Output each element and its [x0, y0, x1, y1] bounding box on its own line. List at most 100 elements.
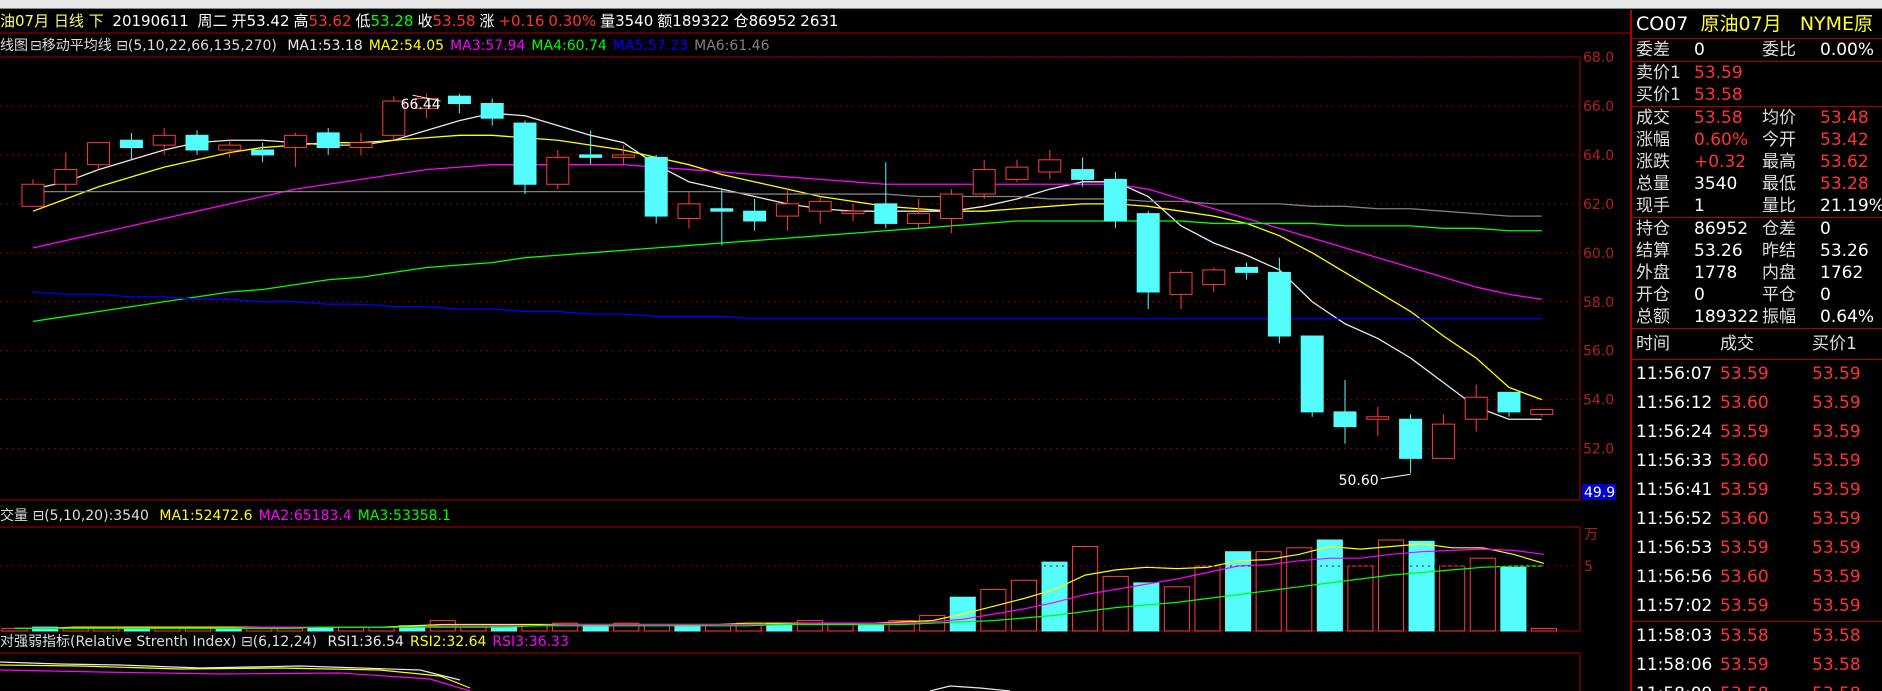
candle-body[interactable]	[1202, 269, 1226, 286]
trades-time-header: 时间	[1636, 334, 1670, 354]
low-value: 53.28	[370, 12, 414, 30]
candle-body[interactable]	[546, 156, 570, 185]
trade-row[interactable]: 11:56:52 53.60 53.59	[1632, 505, 1882, 534]
collapse-icon[interactable]: ⊟	[241, 634, 253, 650]
candle-body[interactable]	[283, 134, 307, 149]
candle-body[interactable]	[1235, 266, 1259, 273]
candle-body[interactable]	[316, 132, 340, 149]
volume-bar[interactable]	[1133, 582, 1160, 632]
candle-body[interactable]	[185, 134, 209, 151]
trade-row[interactable]: 11:58:09 53.58 53.58	[1632, 680, 1882, 691]
candle-body[interactable]	[349, 142, 373, 149]
stats-row: 成交 53.58 均价 53.48	[1632, 107, 1882, 129]
ma-legend-item-1: MA1:53.18	[287, 38, 363, 54]
collapse-icon[interactable]: ⊟	[30, 38, 42, 54]
kline-chart[interactable]: 68.066.064.062.060.058.056.054.052.049.9…	[0, 0, 1630, 691]
trades-list[interactable]: 11:56:07 53.59 53.59 11:56:12 53.60 53.59 11:5…	[1632, 360, 1882, 691]
volume-bar[interactable]	[1041, 561, 1068, 632]
candle-body[interactable]	[1497, 391, 1521, 413]
candle-body[interactable]	[677, 203, 701, 220]
candle-body[interactable]	[1366, 416, 1390, 420]
candle-body[interactable]	[1169, 271, 1193, 295]
candle-body[interactable]	[480, 103, 504, 119]
candle-body[interactable]	[841, 210, 865, 215]
volume-bar[interactable]	[1347, 565, 1374, 632]
collapse-icon[interactable]: ⊟	[32, 508, 44, 524]
volume-bar[interactable]	[1469, 557, 1496, 632]
candle-body[interactable]	[611, 154, 635, 158]
candle-body[interactable]	[1399, 418, 1423, 459]
stats-row: 外盘 1778 内盘 1762	[1632, 262, 1882, 284]
ma-legend[interactable]: 线图 ⊟移动平均线 ⊟(5,10,22,66,135,270) MA1:53.18…	[0, 36, 1630, 56]
candle-body[interactable]	[1103, 178, 1127, 222]
trade-row[interactable]: 11:56:07 53.59 53.59	[1632, 360, 1882, 389]
candle-body[interactable]	[1071, 169, 1095, 180]
candle-body[interactable]	[874, 203, 898, 224]
volume-bar[interactable]	[1408, 540, 1435, 632]
volume-bar[interactable]	[857, 624, 885, 632]
volume-bar[interactable]	[1163, 586, 1190, 632]
candle-body[interactable]	[1530, 408, 1554, 415]
candle-body[interactable]	[119, 139, 143, 149]
trade-row[interactable]: 11:57:02 53.59 53.59	[1632, 592, 1882, 622]
candle-body[interactable]	[447, 95, 471, 105]
candle-body[interactable]	[710, 208, 734, 212]
volume-bar[interactable]	[1439, 565, 1466, 632]
trade-row[interactable]: 11:56:12 53.60 53.59	[1632, 389, 1882, 418]
candle-body[interactable]	[939, 193, 963, 220]
candle-body[interactable]	[218, 144, 242, 151]
volume-bar[interactable]	[980, 588, 1007, 632]
trade-row[interactable]: 11:58:06 53.59 53.58	[1632, 651, 1882, 680]
volume-bar[interactable]	[1316, 539, 1343, 632]
candle-body[interactable]	[21, 183, 45, 207]
volume-legend[interactable]: 交量 ⊟(5,10,20):3540 MA1:52472.6 MA2:65183.…	[0, 506, 1630, 526]
candle-body[interactable]	[808, 200, 832, 212]
trade-time: 11:56:56	[1636, 567, 1713, 587]
trade-row[interactable]: 11:56:41 53.59 53.59	[1632, 476, 1882, 505]
candle-body[interactable]	[775, 203, 799, 217]
stats-value: 53.58	[1694, 108, 1743, 128]
rsi-legend-item-2: RSI2:32.64	[409, 634, 487, 650]
candle-body[interactable]	[87, 142, 111, 166]
candle-body[interactable]	[1038, 159, 1062, 173]
trade-time: 11:57:02	[1636, 596, 1713, 616]
candle-body[interactable]	[743, 210, 767, 222]
candle-body[interactable]	[1300, 335, 1324, 413]
volume-bar[interactable]	[1102, 575, 1129, 632]
candle-body[interactable]	[251, 149, 275, 156]
candle-body[interactable]	[1267, 271, 1291, 337]
volume-bar[interactable]	[1530, 627, 1557, 632]
candle-body[interactable]	[152, 134, 176, 146]
volume-bar[interactable]	[1072, 546, 1099, 632]
volume-bar[interactable]	[1225, 551, 1252, 632]
volume-bar[interactable]	[1010, 579, 1037, 632]
candle-body[interactable]	[1431, 423, 1455, 459]
collapse-icon[interactable]: ⊟	[116, 38, 128, 54]
trade-row[interactable]: 11:56:33 53.60 53.59	[1632, 447, 1882, 476]
trade-row[interactable]: 11:58:03 53.58 53.58	[1632, 622, 1882, 651]
volume-legend-prefix: 交量	[0, 508, 28, 524]
trade-row[interactable]: 11:56:56 53.60 53.59	[1632, 563, 1882, 592]
volume-bar[interactable]	[796, 620, 823, 632]
trade-row[interactable]: 11:56:24 53.59 53.59	[1632, 418, 1882, 447]
candle-body[interactable]	[54, 169, 78, 185]
trade-time: 11:56:52	[1636, 509, 1713, 529]
trade-price: 53.60	[1720, 451, 1769, 471]
candle-body[interactable]	[1136, 213, 1160, 293]
volume-ma-line-ma1	[14, 543, 1545, 630]
candle-body[interactable]	[579, 154, 603, 158]
candle-body[interactable]	[907, 213, 931, 224]
trade-row[interactable]: 11:56:53 53.59 53.59	[1632, 534, 1882, 563]
volume-legend-item-1: MA1:52472.6	[159, 508, 253, 524]
candle-body[interactable]	[644, 156, 668, 217]
volume-bar[interactable]	[1500, 566, 1527, 632]
price-grid	[0, 56, 1580, 450]
candle-body[interactable]	[1464, 396, 1488, 420]
rsi-legend[interactable]: 对强弱指标(Relative Strenth Index) ⊟(6,12,24)…	[0, 632, 1630, 652]
candle-body[interactable]	[1005, 166, 1029, 180]
candle-body[interactable]	[513, 122, 537, 185]
candle-body[interactable]	[1333, 411, 1357, 428]
volume-value: 3540	[615, 12, 654, 30]
candle-body[interactable]	[972, 169, 996, 195]
trade-time: 11:58:03	[1636, 626, 1713, 646]
